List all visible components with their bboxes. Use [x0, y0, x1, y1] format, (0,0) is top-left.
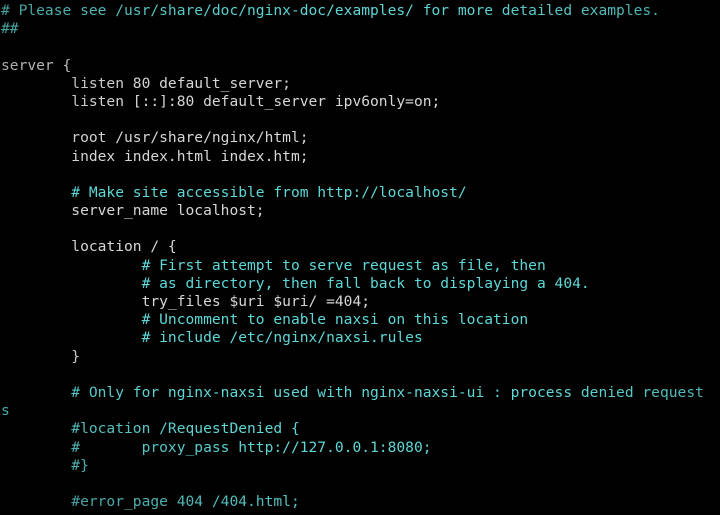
- terminal-line: server_name localhost;: [1, 202, 265, 220]
- terminal-line: }: [1, 347, 81, 365]
- terminal-line: # Uncomment to enable naxsi on this loca…: [1, 311, 529, 329]
- terminal-line: #error_page 404 /404.html;: [1, 493, 300, 511]
- terminal-line: root /usr/share/nginx/html;: [1, 129, 309, 147]
- terminal-line: location / {: [1, 238, 177, 256]
- terminal-line: listen 80 default_server;: [1, 74, 291, 92]
- terminal-line: server {: [1, 56, 72, 74]
- terminal-line: try_files $uri $uri/ =404;: [1, 293, 371, 310]
- terminal-line: #}: [1, 456, 89, 474]
- terminal-line: # First attempt to serve request as file…: [1, 256, 546, 274]
- terminal-line: index index.html index.htm;: [1, 147, 309, 165]
- terminal-output[interactable]: # Please see /usr/share/doc/nginx-doc/ex…: [0, 2, 720, 511]
- terminal-line: # Only for nginx-naxsi used with nginx-n…: [1, 383, 704, 401]
- terminal-line: # Make site accessible from http://local…: [1, 183, 467, 201]
- terminal-line: #location /RequestDenied {: [1, 420, 300, 438]
- terminal-line: ##: [1, 20, 19, 38]
- terminal-line: # include /etc/nginx/naxsi.rules: [1, 329, 423, 347]
- terminal-line: listen [::]:80 default_server ipv6only=o…: [1, 92, 441, 110]
- terminal-screen[interactable]: # Please see /usr/share/doc/nginx-doc/ex…: [0, 0, 720, 515]
- terminal-line: # proxy_pass http://127.0.0.1:8080;: [1, 438, 432, 456]
- terminal-line: # Please see /usr/share/doc/nginx-doc/ex…: [1, 2, 660, 19]
- terminal-line: # as directory, then fall back to displa…: [1, 274, 590, 292]
- terminal-line: s: [1, 402, 10, 420]
